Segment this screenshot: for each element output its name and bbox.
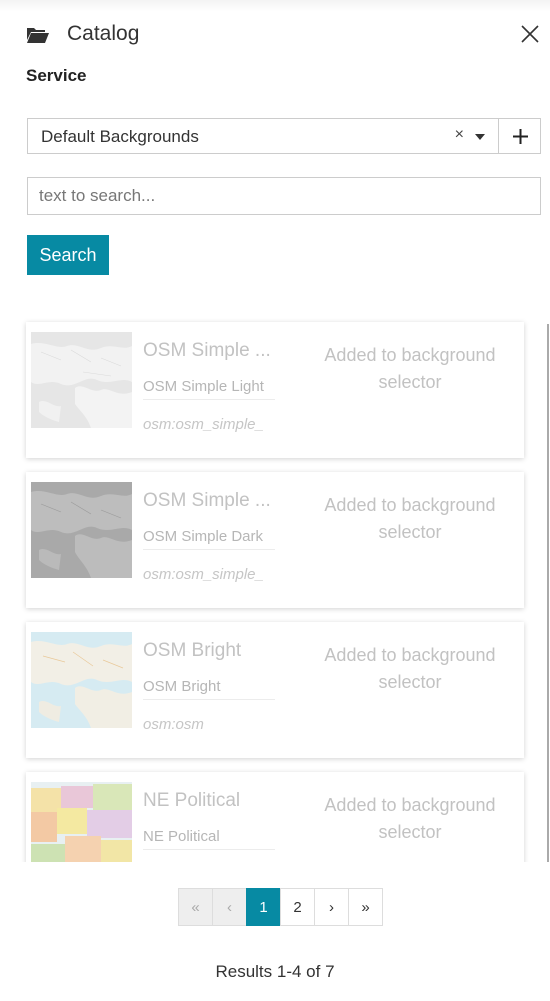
result-card-osm-simple-light[interactable]: OSM Simple ... OSM Simple Light osm:osm_… <box>26 322 524 458</box>
folder-open-icon <box>27 28 49 43</box>
previous-page-button[interactable]: ‹ <box>212 888 247 926</box>
add-service-button[interactable] <box>498 118 541 154</box>
results-list: OSM Simple ... OSM Simple Light osm:osm_… <box>0 316 550 862</box>
result-status: Added to background selector <box>324 345 496 392</box>
result-card-osm-bright[interactable]: OSM Bright OSM Bright osm:osm Added to b… <box>26 622 524 758</box>
result-status: Added to background selector <box>324 495 496 542</box>
map-thumbnail <box>31 332 132 428</box>
service-label: Service <box>26 66 87 85</box>
results-summary: Results 1-4 of 7 <box>215 962 335 981</box>
panel-title: Catalog <box>67 22 140 45</box>
result-description: OSM Simple Light <box>143 378 275 400</box>
plus-icon <box>513 129 528 144</box>
result-title: OSM Simple ... <box>143 340 271 361</box>
pagination: « ‹ 1 2 › » <box>178 888 383 926</box>
result-description: OSM Bright <box>143 678 275 700</box>
clear-icon[interactable]: × <box>455 126 464 144</box>
result-card-osm-simple-dark[interactable]: OSM Simple ... OSM Simple Dark osm:osm_s… <box>26 472 524 608</box>
page-1-button[interactable]: 1 <box>246 888 281 926</box>
result-title: OSM Bright <box>143 640 242 661</box>
catalog-header: Catalog <box>26 20 546 50</box>
map-thumbnail <box>31 482 132 578</box>
result-card-ne-political[interactable]: NE Political NE Political Added to backg… <box>26 772 524 862</box>
result-title: NE Political <box>143 790 241 811</box>
result-description: NE Political <box>143 828 275 850</box>
search-input[interactable] <box>27 177 541 215</box>
map-thumbnail <box>31 632 132 728</box>
map-thumbnail <box>31 782 132 862</box>
result-status: Added to background selector <box>324 645 496 692</box>
results-scrollbar[interactable] <box>547 324 549 862</box>
result-title: OSM Simple ... <box>143 490 271 511</box>
result-identifier: osm:osm_simple_ <box>143 566 264 583</box>
top-edge <box>0 0 550 12</box>
page-2-button[interactable]: 2 <box>280 888 315 926</box>
result-description: OSM Simple Dark <box>143 528 275 550</box>
result-identifier: osm:osm <box>143 716 204 733</box>
first-page-button[interactable]: « <box>178 888 213 926</box>
search-button[interactable]: Search <box>27 235 109 275</box>
last-page-button[interactable]: » <box>348 888 383 926</box>
result-identifier: osm:osm_simple_ <box>143 416 264 433</box>
close-icon[interactable] <box>520 24 540 44</box>
service-selected-value: Default Backgrounds <box>41 127 199 146</box>
caret-down-icon[interactable] <box>475 134 485 140</box>
next-page-button[interactable]: › <box>314 888 349 926</box>
service-select[interactable]: Default Backgrounds × <box>27 118 498 154</box>
result-status: Added to background selector <box>324 795 496 842</box>
